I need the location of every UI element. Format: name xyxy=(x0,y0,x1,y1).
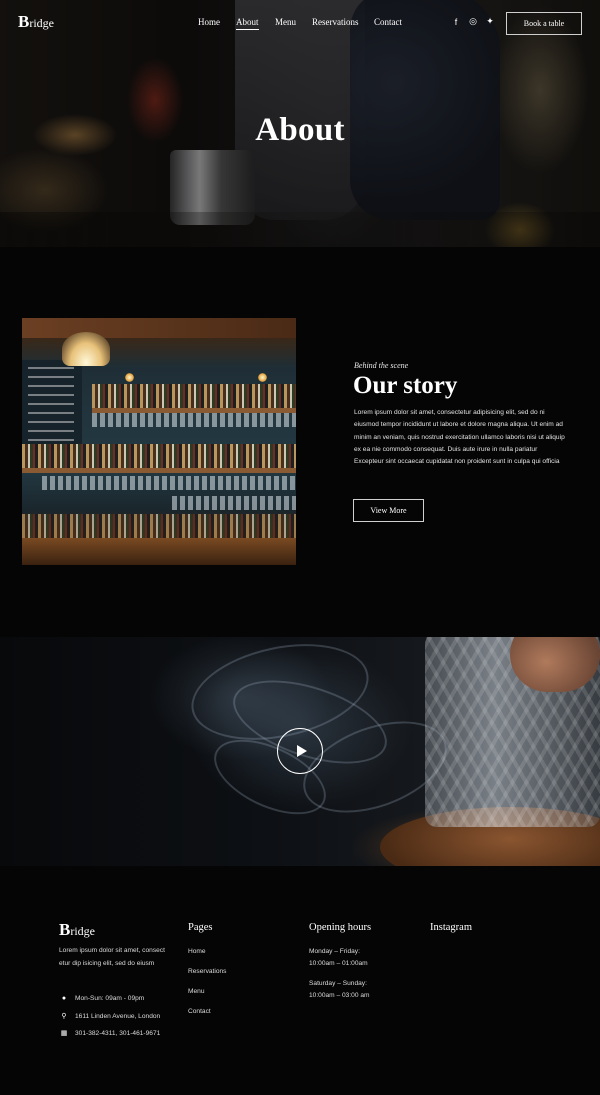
brand-logo[interactable]: Bridge xyxy=(18,12,54,32)
wall-light xyxy=(258,373,267,382)
play-icon xyxy=(296,745,307,757)
contact-hours-text: Mon-Sun: 09am - 09pm xyxy=(75,995,145,1002)
story-eyebrow: Behind the scene xyxy=(354,361,409,370)
nav-home[interactable]: Home xyxy=(198,17,220,27)
clock-icon: ● xyxy=(61,995,67,1002)
bar-ceiling xyxy=(22,318,296,338)
nav-menu[interactable]: Menu xyxy=(275,17,296,27)
story-text: Lorem ipsum dolor sit amet, consectetur … xyxy=(354,409,565,466)
page-title: About xyxy=(255,112,345,148)
footer-link-home[interactable]: Home xyxy=(188,948,206,955)
play-button[interactable] xyxy=(277,728,323,774)
glass-rack xyxy=(172,496,296,510)
contact-address-text: 1611 Linden Avenue, London xyxy=(75,1012,161,1020)
footer-logo[interactable]: Bridge xyxy=(59,920,95,940)
twitter-icon[interactable]: ✦ xyxy=(485,16,495,27)
location-pin-icon: ⚲ xyxy=(61,1013,67,1020)
hours-weekday-time: 10:00am – 01:00am xyxy=(309,960,368,967)
bar-counter xyxy=(22,538,296,565)
instagram-icon[interactable]: ◎ xyxy=(468,16,478,27)
hours-weekend-time: 10:00am – 03:00 am xyxy=(309,992,370,999)
bar-interior-image xyxy=(22,318,296,565)
footer-description: Lorem ipsum dolor sit amet, consect etur… xyxy=(59,947,165,967)
contact-phone: ▦ 301-382-4311, 301-461-9671 xyxy=(59,1029,161,1038)
view-more-button[interactable]: View More xyxy=(353,499,424,522)
footer-link-contact[interactable]: Contact xyxy=(188,1008,211,1015)
contact-hours: ● Mon-Sun: 09am - 09pm xyxy=(59,995,144,1002)
nav-reservations[interactable]: Reservations xyxy=(312,17,359,27)
social-links: f ◎ ✦ xyxy=(451,16,495,27)
hours-weekend-days: Saturday – Sunday: xyxy=(309,980,367,987)
footer-link-menu[interactable]: Menu xyxy=(188,988,205,995)
facebook-icon[interactable]: f xyxy=(451,17,461,27)
footer-link-reservations[interactable]: Reservations xyxy=(188,968,226,975)
story-title: Our story xyxy=(353,372,458,399)
contact-phone-text[interactable]: 301-382-4311, 301-461-9671 xyxy=(75,1030,160,1037)
contact-address: ⚲ 1611 Linden Avenue, London xyxy=(59,1012,161,1021)
nav-contact[interactable]: Contact xyxy=(374,17,402,27)
pendant-lamp xyxy=(62,332,110,366)
glass-rack xyxy=(92,413,296,427)
footer-hours-title: Opening hours xyxy=(309,922,372,933)
phone-icon: ▦ xyxy=(60,1030,68,1037)
bottle-row xyxy=(22,514,296,538)
shelf xyxy=(22,468,296,473)
glass-rack xyxy=(42,476,296,490)
footer-pages-title: Pages xyxy=(188,922,213,933)
nav-about[interactable]: About xyxy=(236,17,259,30)
wall-light xyxy=(125,373,134,382)
bottle-shelf xyxy=(22,444,296,468)
book-table-button[interactable]: Book a table xyxy=(506,12,582,35)
footer-instagram-title: Instagram xyxy=(430,922,472,933)
hours-weekday-days: Monday – Friday: xyxy=(309,948,360,955)
chalkboard xyxy=(22,360,82,450)
bottle-shelf xyxy=(92,384,296,408)
